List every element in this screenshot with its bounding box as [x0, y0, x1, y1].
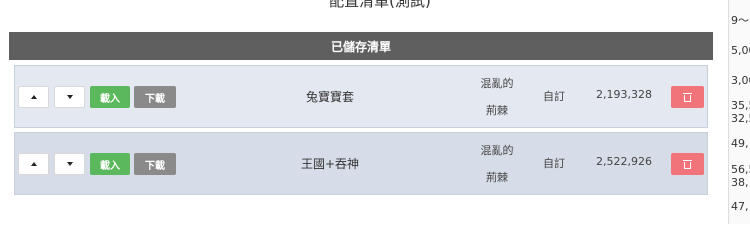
edge-text: 47, — [731, 200, 749, 213]
saved-list-row: 載入 下載 王國+吞神 混亂的荊棘 自訂 2,522,926 — [14, 132, 708, 195]
trash-icon — [683, 159, 692, 169]
triangle-up-icon — [30, 162, 37, 166]
trash-icon — [683, 92, 692, 102]
triangle-down-icon — [66, 162, 73, 166]
move-up-button[interactable] — [18, 86, 49, 108]
edge-text: 3,00 — [731, 74, 750, 87]
edge-text: 35,5 — [731, 99, 750, 112]
page-title: 配置清單(測試) — [329, 0, 431, 10]
build-price: 2,193,328 — [596, 88, 652, 101]
delete-button[interactable] — [671, 86, 704, 108]
adjacent-panel-edge: 9～ 5,00 3,00 35,5 32,5 49, 56,5 38, 47, — [728, 0, 750, 224]
triangle-up-icon — [30, 95, 37, 99]
saved-list-header: 已儲存清單 — [9, 32, 713, 60]
saved-list-page: 配置清單(測試) 已儲存清單 載入 下載 兔寶寶套 混亂的荊棘 自訂 2,193… — [0, 0, 750, 224]
move-down-button[interactable] — [54, 153, 85, 175]
edge-text: 9～ — [731, 14, 749, 27]
move-down-button[interactable] — [54, 86, 85, 108]
download-button[interactable]: 下載 — [134, 86, 176, 108]
download-button[interactable]: 下載 — [134, 153, 176, 175]
build-author: 混亂的荊棘 — [480, 77, 514, 117]
move-up-button[interactable] — [18, 153, 49, 175]
build-type: 自訂 — [543, 90, 565, 103]
edge-text: 49, — [731, 137, 749, 150]
build-name: 兔寶寶套 — [305, 90, 354, 104]
edge-text: 56,5 — [731, 163, 750, 176]
triangle-down-icon — [66, 95, 73, 99]
edge-text: 38, — [731, 176, 749, 189]
build-type: 自訂 — [543, 157, 565, 170]
load-button[interactable]: 載入 — [90, 153, 130, 175]
edge-text: 32,5 — [731, 112, 750, 125]
delete-button[interactable] — [671, 153, 704, 175]
build-author: 混亂的荊棘 — [480, 144, 514, 184]
load-button[interactable]: 載入 — [90, 86, 130, 108]
build-price: 2,522,926 — [596, 155, 652, 168]
build-name: 王國+吞神 — [300, 157, 360, 171]
saved-list-row: 載入 下載 兔寶寶套 混亂的荊棘 自訂 2,193,328 — [14, 65, 708, 128]
edge-text: 5,00 — [731, 44, 750, 57]
